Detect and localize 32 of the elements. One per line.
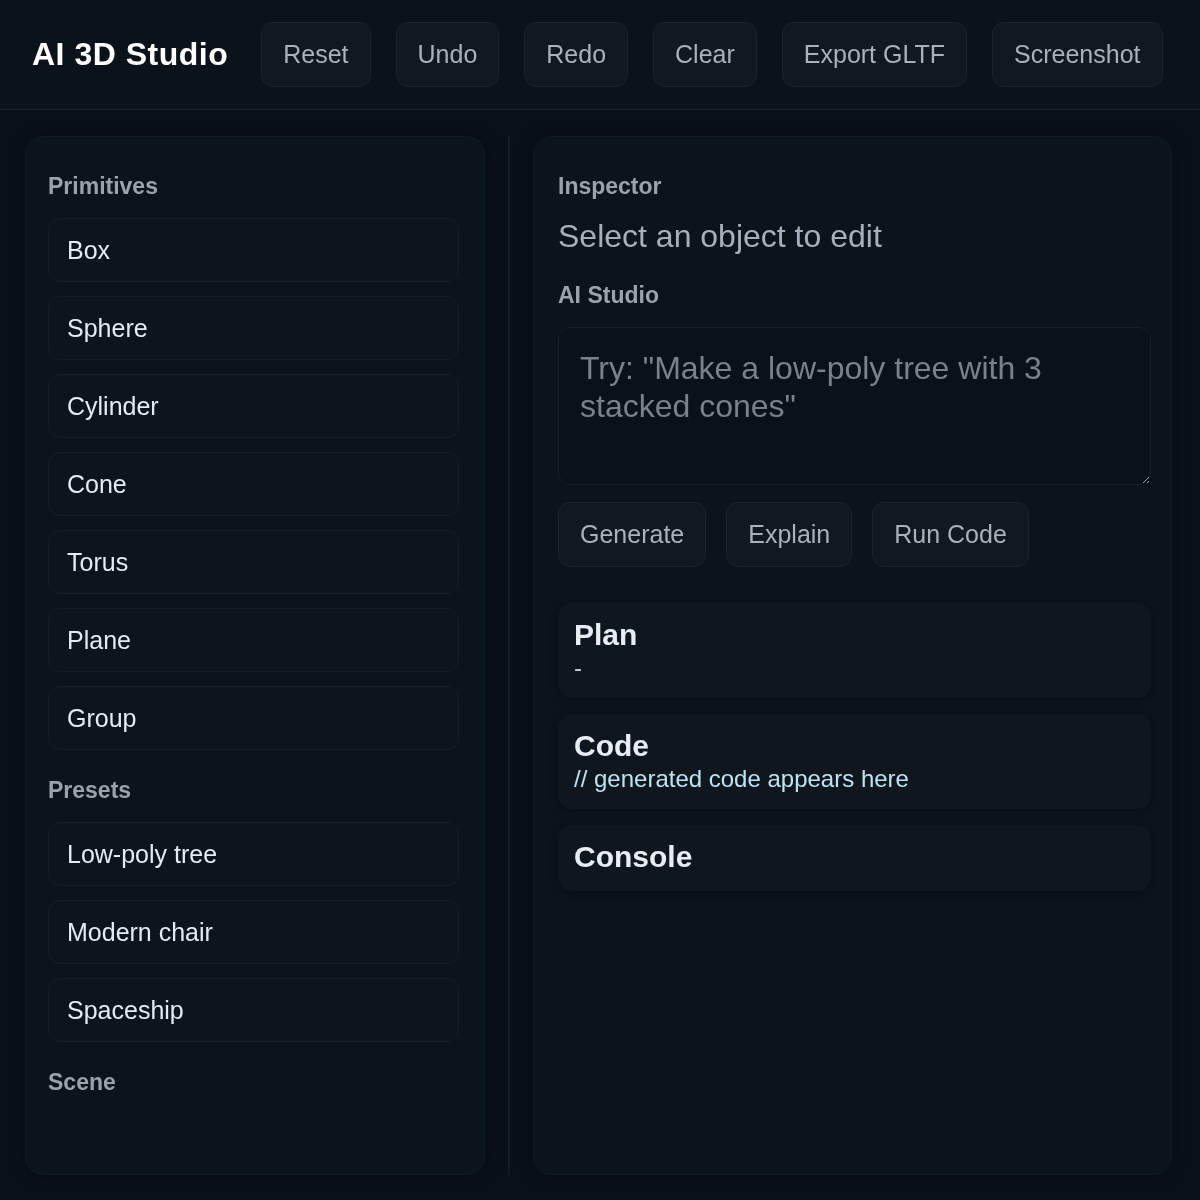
section-heading: Primitives — [48, 172, 159, 200]
toolbar-button[interactable]: Clear — [653, 22, 757, 87]
sidebar-item[interactable]: Group — [48, 686, 459, 750]
action-button[interactable]: Explain — [726, 502, 853, 567]
app-title: AI 3D Studio — [32, 36, 229, 73]
toolbar-button[interactable]: Export GLTF — [781, 22, 968, 87]
sidebar-item[interactable]: Spaceship — [48, 978, 459, 1042]
prompt-field[interactable]: Try: "Make a low-poly tree with 3 stacked cones" — [558, 327, 1151, 485]
card-title: Console — [574, 839, 694, 875]
toolbar-button[interactable]: Redo — [524, 22, 629, 87]
section-heading: Presets — [48, 776, 133, 804]
sidebar-item[interactable]: Cone — [48, 452, 459, 516]
toolbar-button[interactable]: Screenshot — [992, 22, 1163, 87]
card-text: - — [574, 654, 583, 682]
card-title: Plan — [574, 617, 639, 653]
sidebar-item[interactable]: Sphere — [48, 296, 459, 360]
sidebar-item[interactable]: Cylinder — [48, 374, 459, 438]
sidebar-item[interactable]: Plane — [48, 608, 459, 672]
sidebar-item[interactable]: Modern chair — [48, 900, 459, 964]
sidebar-item[interactable]: Torus — [48, 530, 459, 594]
inspector-message: Select an object to edit — [558, 217, 883, 255]
section-heading: Inspector — [558, 172, 663, 200]
sidebar-item[interactable]: Box — [48, 218, 459, 282]
toolbar-button[interactable]: Reset — [261, 22, 371, 87]
card-title: Code — [574, 728, 650, 764]
section-heading: Scene — [48, 1068, 117, 1096]
sidebar-item[interactable]: Low-poly tree — [48, 822, 459, 886]
action-button[interactable]: Generate — [558, 502, 707, 567]
section-heading: AI Studio — [558, 281, 660, 309]
action-button[interactable]: Run Code — [872, 502, 1029, 567]
toolbar-button[interactable]: Undo — [395, 22, 500, 87]
code-text: // generated code appears here — [574, 765, 910, 793]
